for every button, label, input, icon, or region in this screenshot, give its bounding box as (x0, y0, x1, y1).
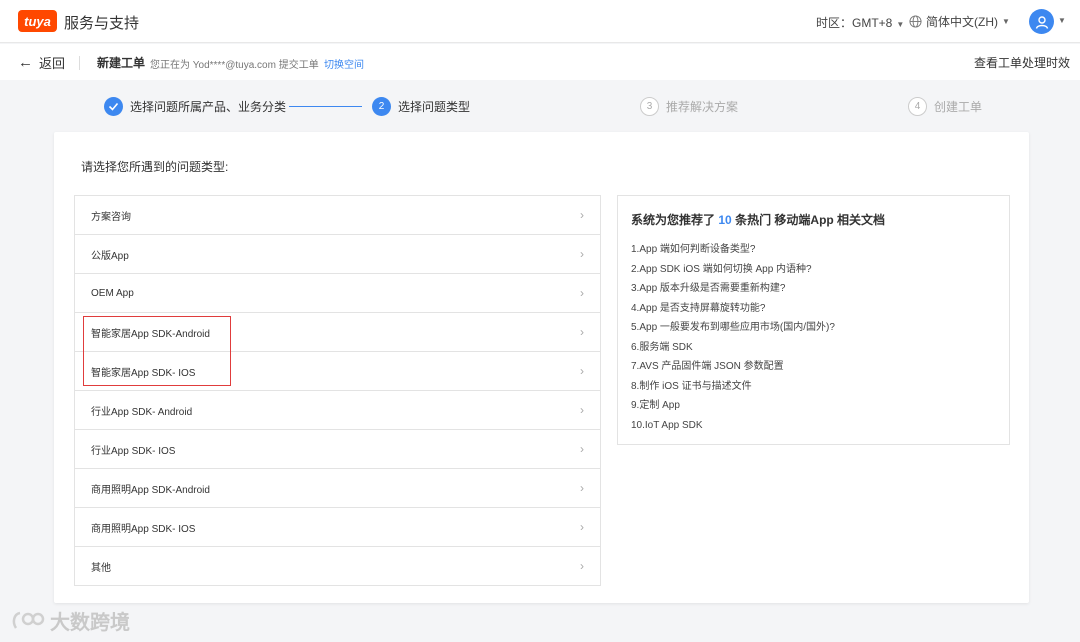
site-title: 服务与支持 (64, 15, 140, 32)
list-item-label: 行业App SDK- Android (91, 406, 193, 418)
list-item-label: 其他 (91, 562, 111, 574)
step-1: 选择问题所属产品、业务分类 (104, 97, 286, 116)
list-item-label: 商用照明App SDK-Android (91, 484, 210, 496)
main-card: 请选择您所遇到的问题类型: 方案咨询 › 公版App › OEM App › 智能家居… (54, 132, 1029, 603)
step-number: 4 (908, 97, 927, 116)
watermark-text: 大数跨境 (50, 612, 130, 634)
list-item-label: OEM App (91, 287, 134, 299)
back-button[interactable]: ← 返回 (18, 53, 65, 72)
back-label: 返回 (39, 56, 66, 71)
chevron-right-icon: › (580, 520, 584, 534)
list-item[interactable]: 行业App SDK- IOS › (75, 430, 600, 469)
chevron-right-icon: › (580, 247, 584, 261)
doc-link[interactable]: 1.App 端如何判断设备类型? (631, 240, 835, 260)
problem-type-list: 方案咨询 › 公版App › OEM App › 智能家居App SDK-Androi… (74, 195, 601, 586)
chevron-right-icon: › (580, 559, 584, 573)
step-number: 2 (372, 97, 391, 116)
doc-link[interactable]: 9.定制 App (631, 396, 835, 416)
user-note: 您正在为 Yod****@tuya.com 提交工单 (150, 60, 319, 71)
list-item-label: 行业App SDK- IOS (91, 445, 176, 457)
doc-link[interactable]: 7.AVS 产品固件端 JSON 参数配置 (631, 357, 835, 377)
chevron-right-icon: › (580, 364, 584, 378)
chevron-right-icon: › (580, 442, 584, 456)
page-title: 新建工单 (97, 56, 146, 70)
recommended-docs-panel: 系统为您推荐了 10 条热门 移动端App 相关文档 1.App 端如何判断设备… (617, 195, 1010, 445)
list-item[interactable]: 智能家居App SDK- IOS › (75, 352, 600, 391)
list-item-label: 公版App (91, 250, 129, 262)
arrow-left-icon: ← (18, 54, 33, 71)
chevron-right-icon: › (580, 325, 584, 339)
step-2: 2 选择问题类型 (372, 97, 470, 116)
step-label: 选择问题所属产品、业务分类 (130, 100, 287, 114)
list-item-label: 方案咨询 (91, 211, 131, 223)
list-item[interactable]: 商用照明App SDK- IOS › (75, 508, 600, 547)
doc-link[interactable]: 2.App SDK iOS 端如何切换 App 内语种? (631, 260, 835, 280)
step-number: 3 (640, 97, 659, 116)
list-item[interactable]: 其他 › (75, 547, 600, 585)
list-item[interactable]: 方案咨询 › (75, 196, 600, 235)
step-label: 推荐解决方案 (666, 100, 739, 114)
step-label: 创建工单 (934, 100, 983, 114)
doc-link[interactable]: 6.服务端 SDK (631, 338, 835, 358)
list-item-label: 智能家居App SDK- IOS (91, 367, 196, 379)
list-item[interactable]: 智能家居App SDK-Android › (75, 313, 600, 352)
doc-list: 1.App 端如何判断设备类型? 2.App SDK iOS 端如何切换 App… (631, 240, 835, 435)
docs-count: 10 (718, 213, 732, 227)
step-4: 4 创建工单 (908, 97, 982, 116)
top-header: tuya 服务与支持 时区：GMT+8 ▼ 简体中文(ZH) ▼ ▼ (0, 0, 1080, 43)
chevron-right-icon: › (580, 481, 584, 495)
list-item-label: 智能家居App SDK-Android (91, 328, 210, 340)
list-item[interactable]: 公版App › (75, 235, 600, 274)
docs-title: 系统为您推荐了 10 条热门 移动端App 相关文档 (631, 211, 885, 228)
switch-space-link[interactable]: 切换空间 (324, 56, 364, 71)
timezone-selector[interactable]: 时区：GMT+8 ▼ (816, 14, 904, 31)
list-item[interactable]: 行业App SDK- Android › (75, 391, 600, 430)
timezone-value: GMT+8 (852, 16, 893, 30)
doc-link[interactable]: 4.App 是否支持屏幕旋转功能? (631, 299, 835, 319)
divider (79, 56, 80, 70)
doc-link[interactable]: 10.IoT App SDK (631, 416, 835, 436)
user-avatar[interactable] (1029, 9, 1054, 34)
chevron-right-icon: › (580, 286, 584, 300)
docs-title-suffix: 条热门 移动端App 相关文档 (735, 213, 886, 227)
tuya-logo[interactable]: tuya (18, 10, 57, 32)
watermark-logo-icon (12, 611, 45, 629)
list-item[interactable]: OEM App › (75, 274, 600, 313)
step-3: 3 推荐解决方案 (640, 97, 738, 116)
step-label: 选择问题类型 (398, 100, 471, 114)
check-icon (104, 97, 123, 116)
doc-link[interactable]: 5.App 一般要发布到哪些应用市场(国内/国外)? (631, 318, 835, 338)
language-value: 简体中文(ZH) (926, 15, 998, 29)
list-item[interactable]: 商用照明App SDK-Android › (75, 469, 600, 508)
sla-link[interactable]: 查看工单处理时效 (974, 54, 1070, 71)
sub-header: ← 返回 新建工单 您正在为 Yod****@tuya.com 提交工单 切换空… (0, 44, 1080, 80)
caret-down-icon: ▼ (1002, 17, 1010, 26)
globe-icon (909, 15, 922, 28)
language-selector[interactable]: 简体中文(ZH) ▼ (909, 13, 1010, 30)
caret-down-icon: ▼ (896, 20, 905, 29)
prompt-text: 请选择您所遇到的问题类型: (81, 160, 229, 174)
user-icon (1035, 15, 1048, 29)
step-connector (289, 106, 362, 107)
timezone-label: 时区： (816, 16, 853, 30)
list-item-label: 商用照明App SDK- IOS (91, 523, 196, 535)
chevron-right-icon: › (580, 403, 584, 417)
docs-title-prefix: 系统为您推荐了 (631, 213, 716, 227)
doc-link[interactable]: 8.制作 iOS 证书与描述文件 (631, 377, 835, 397)
watermark: 大数跨境 (10, 606, 130, 635)
doc-link[interactable]: 3.App 版本升级是否需要重新构建? (631, 279, 835, 299)
chevron-right-icon: › (580, 208, 584, 222)
caret-down-icon[interactable]: ▼ (1058, 16, 1066, 25)
